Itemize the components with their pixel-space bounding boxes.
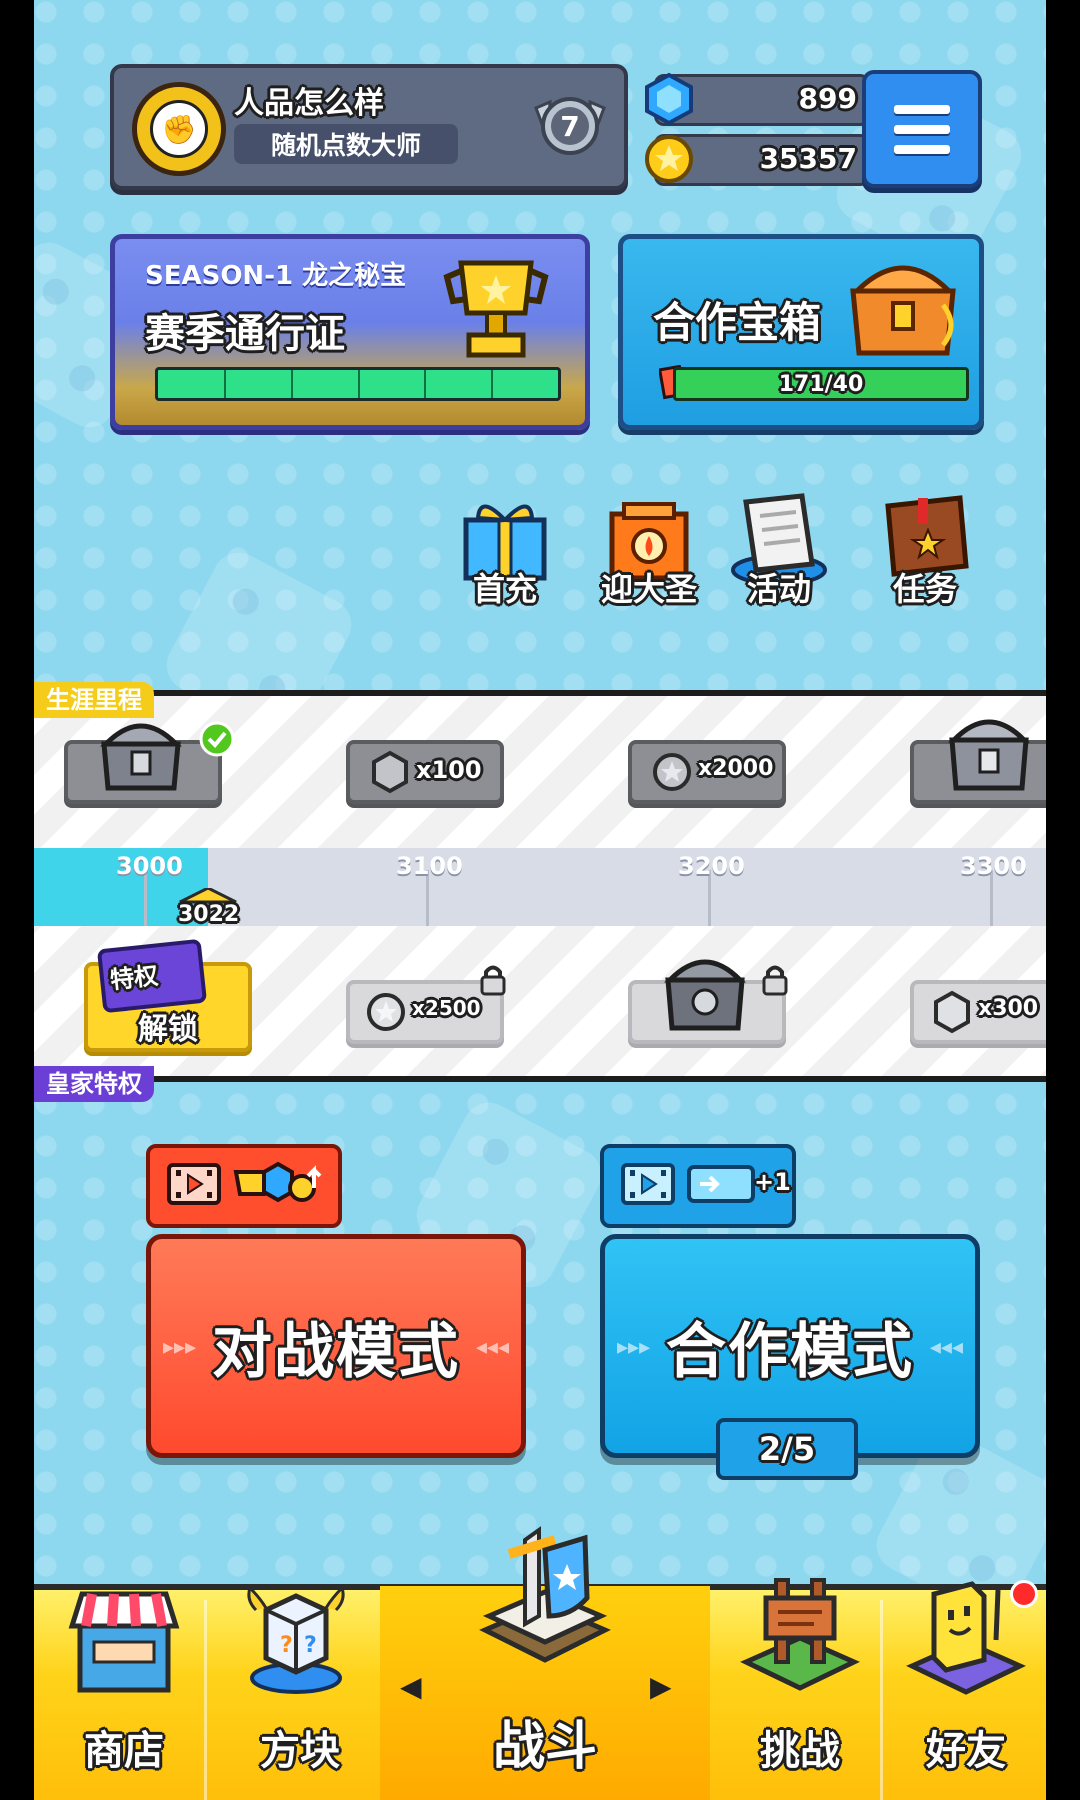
shortcut-events[interactable]: 活动 <box>724 490 834 610</box>
season-pass-title: 赛季通行证 <box>145 311 345 357</box>
challenge-signpost-icon <box>740 1578 860 1691</box>
iron-chest-icon <box>948 719 1030 791</box>
nav-friends[interactable]: 好友 <box>886 1570 1046 1800</box>
royal-reward-gems[interactable]: x300 <box>910 980 1046 1044</box>
coin-amount: 35357 <box>759 142 857 175</box>
coin-counter[interactable]: 35357 <box>645 134 870 186</box>
battle-mode-button[interactable]: ▸▸▸ 对战模式 ◂◂◂ <box>146 1234 526 1458</box>
svg-text:?: ? <box>304 1633 317 1658</box>
nav-label: 方块 <box>260 1728 340 1774</box>
coop-ticket-count: 2/5 <box>716 1418 858 1480</box>
reward-amount: x100 <box>416 756 482 784</box>
nav-label: 好友 <box>926 1728 1006 1774</box>
nav-label: 战斗 <box>492 1717 597 1777</box>
video-ad-icon <box>621 1163 675 1205</box>
iron-chest-icon <box>100 723 182 791</box>
shortcut-first-recharge[interactable]: 首充 <box>450 490 560 610</box>
coop-bonus-tag[interactable]: +1 <box>600 1144 796 1228</box>
tick-label: 3100 <box>396 852 463 880</box>
lock-icon <box>762 965 788 996</box>
rank-badge[interactable]: 7 <box>528 82 612 166</box>
treasure-chest-icon <box>850 265 956 356</box>
check-icon <box>199 721 235 757</box>
player-avatar[interactable]: ✊ <box>132 82 226 176</box>
coin-icon <box>645 135 693 183</box>
career-reward-coins[interactable]: x2000 <box>628 740 786 804</box>
privilege-card-label: 特权 <box>108 961 160 995</box>
gem-icon <box>372 750 408 794</box>
avatar-face-icon: ✊ <box>150 100 208 158</box>
nav-label: 挑战 <box>760 1728 840 1774</box>
trophy-icon <box>443 260 549 358</box>
gem-icon <box>934 990 970 1034</box>
coop-chest-title: 合作宝箱 <box>653 298 822 347</box>
lock-icon <box>480 965 506 996</box>
gem-counter[interactable]: 899 <box>645 72 870 126</box>
rewards-boost-icon <box>233 1161 322 1203</box>
shortcut-monkey-king[interactable]: 迎大圣 <box>588 490 710 610</box>
rank-number: 7 <box>560 110 579 143</box>
current-score: 3022 <box>178 902 240 927</box>
tick-label: 3000 <box>116 852 183 880</box>
coop-chest-progress: 171/40 <box>673 367 969 401</box>
shortcut-quests[interactable]: 任务 <box>870 490 980 610</box>
shortcut-label: 活动 <box>746 570 811 608</box>
coop-ticket-text: 2/5 <box>758 1430 816 1468</box>
mystery-cube-icon: ? ? <box>247 1585 345 1694</box>
battle-bonus-tag[interactable] <box>146 1144 342 1228</box>
nav-shop[interactable]: 商店 <box>44 1570 204 1800</box>
career-reward-chest[interactable] <box>64 721 235 804</box>
career-milestone-label: 生涯里程 <box>34 682 154 718</box>
video-ad-icon <box>167 1163 221 1205</box>
shortcut-label: 任务 <box>892 570 957 608</box>
current-score-marker: 3022 <box>178 888 240 930</box>
reward-amount: x300 <box>978 996 1039 1021</box>
coin-icon <box>653 753 691 791</box>
season-progress-bar <box>155 367 561 401</box>
ticket-icon <box>687 1165 755 1203</box>
player-title: 随机点数大师 <box>234 124 458 164</box>
career-reward-gems[interactable]: x100 <box>346 740 504 804</box>
tick-label: 3200 <box>678 852 745 880</box>
battle-mode-label: 对战模式 <box>212 1316 460 1387</box>
tick-label: 3300 <box>960 852 1027 880</box>
reward-amount: x2000 <box>698 756 774 781</box>
notification-dot <box>1010 1580 1038 1608</box>
friends-arcade-icon <box>906 1581 1026 1695</box>
player-profile-card[interactable]: ✊ 人品怎么样 随机点数大师 7 <box>110 64 628 190</box>
nav-label: 商店 <box>84 1728 164 1774</box>
season-pass-card[interactable]: SEASON-1 龙之秘宝 赛季通行证 <box>110 234 590 430</box>
rank-wings-icon: 7 <box>534 97 606 155</box>
gem-icon <box>645 72 693 126</box>
season-subtitle: SEASON-1 龙之秘宝 <box>145 261 407 291</box>
nav-cubes[interactable]: ? ? 方块 <box>220 1570 380 1800</box>
hamburger-menu-icon <box>894 104 950 114</box>
nav-prev-arrow-icon[interactable]: ◀ <box>400 1670 422 1703</box>
nav-next-arrow-icon[interactable]: ▶ <box>650 1670 672 1703</box>
royal-privilege-label: 皇家特权 <box>34 1066 154 1102</box>
svg-text:?: ? <box>280 1633 293 1658</box>
shortcut-label: 首充 <box>472 570 537 608</box>
iron-chest-icon <box>664 959 746 1031</box>
sword-shield-icon <box>479 1526 611 1663</box>
coop-chest-progress-text: 171/40 <box>778 371 864 397</box>
coin-icon <box>367 993 405 1031</box>
coop-bonus-text: +1 <box>754 1168 791 1196</box>
game-screen: ✊ 人品怎么样 随机点数大师 7 899 35357 SEASON-1 龙之秘宝… <box>34 0 1046 1800</box>
shortcut-label: 迎大圣 <box>600 570 697 608</box>
gem-amount: 899 <box>798 82 857 115</box>
reward-amount: x2500 <box>412 996 481 1020</box>
player-name: 人品怎么样 <box>234 86 384 121</box>
nav-battle[interactable]: 战斗 <box>430 1526 660 1800</box>
main-menu-button[interactable] <box>862 70 982 188</box>
nav-challenge[interactable]: 挑战 <box>720 1570 880 1800</box>
shop-icon <box>68 1591 180 1693</box>
privilege-card: 特权 <box>96 938 208 1014</box>
career-reward-chest[interactable] <box>910 719 1046 804</box>
coop-mode-label: 合作模式 <box>666 1316 914 1387</box>
coop-chest-card[interactable]: 合作宝箱 171/40 <box>618 234 984 430</box>
